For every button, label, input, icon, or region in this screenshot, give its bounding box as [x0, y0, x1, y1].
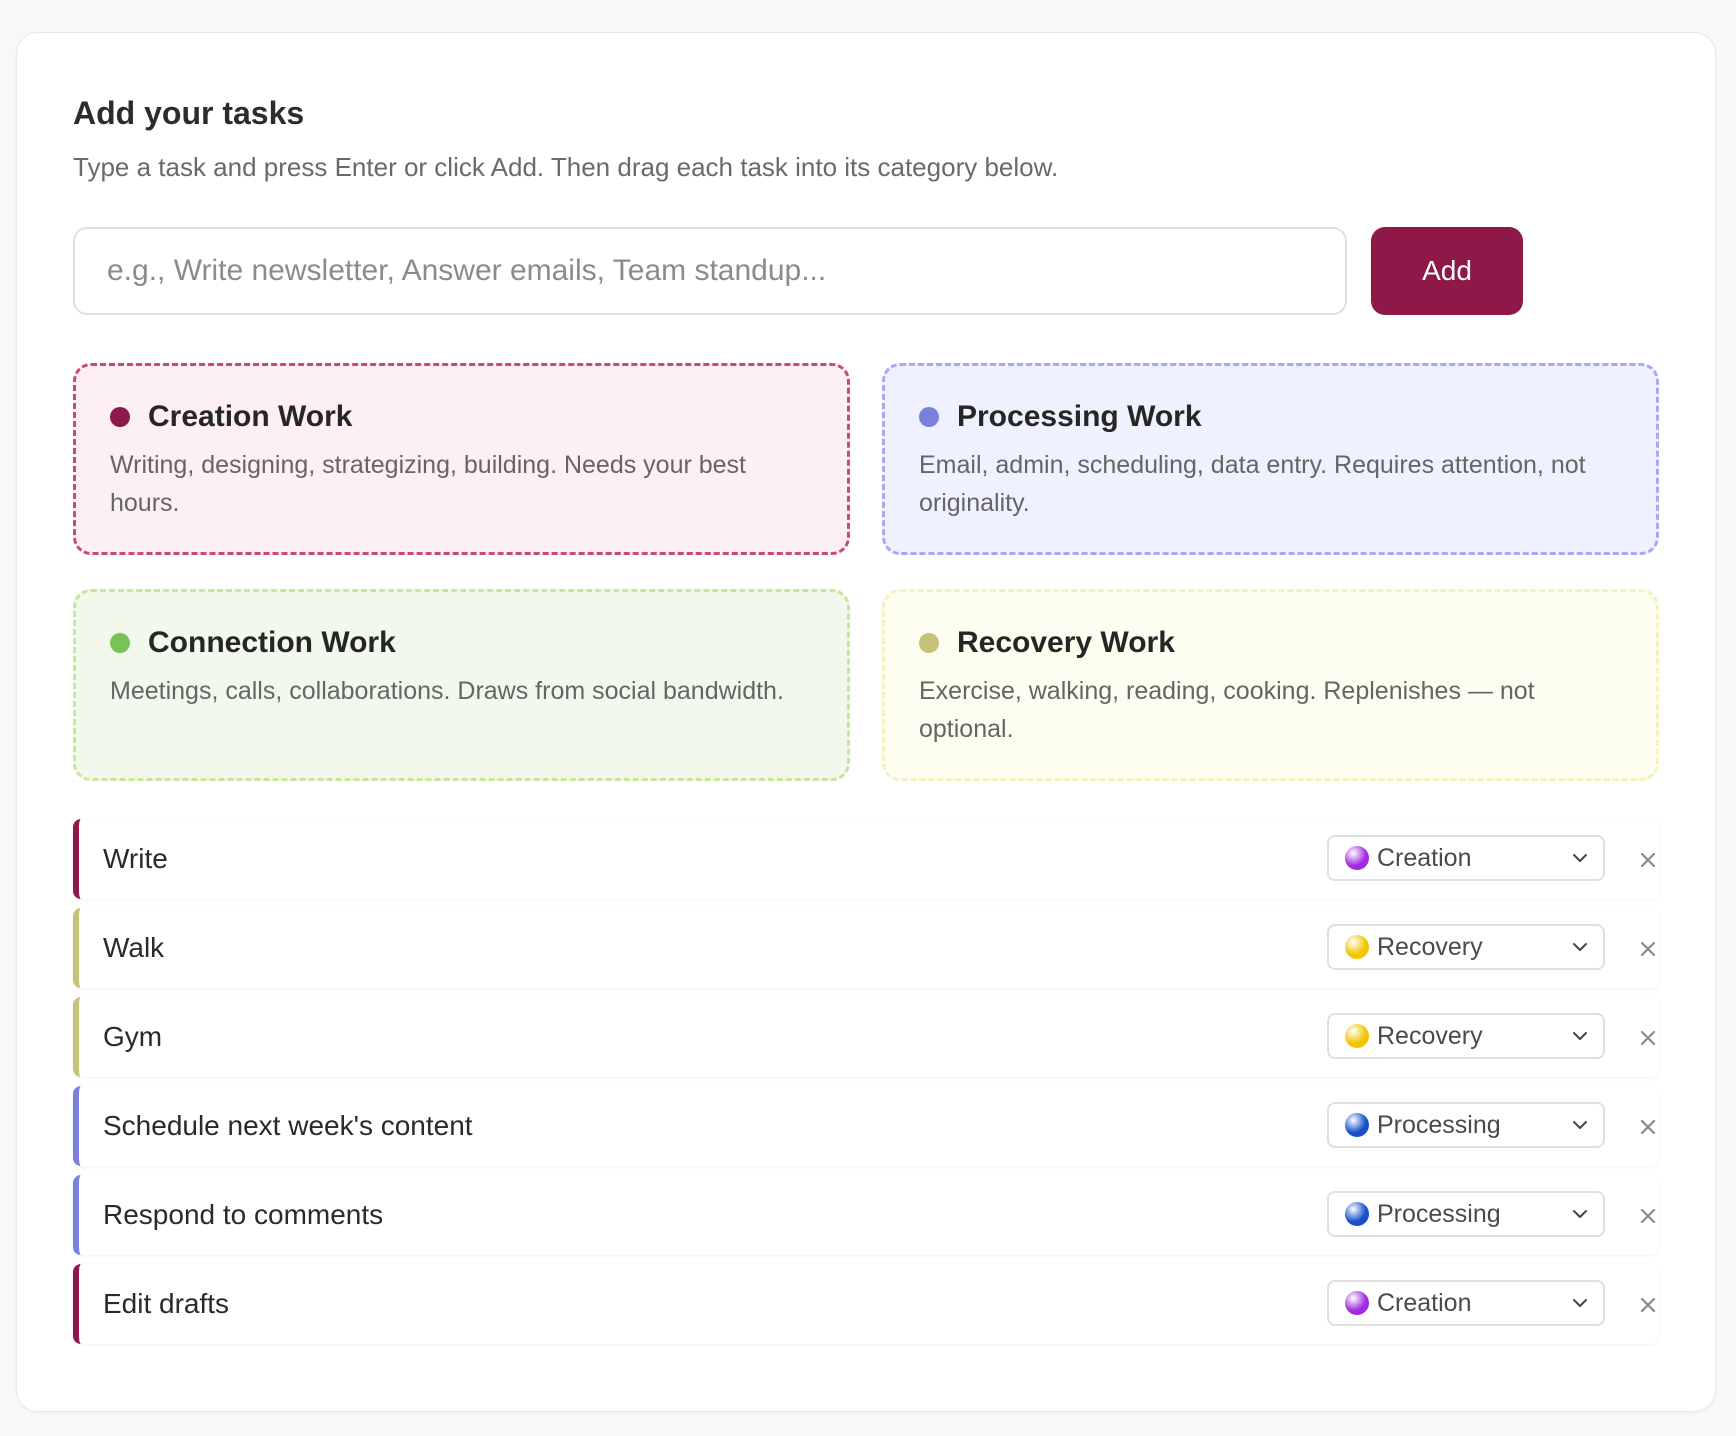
category-emoji-icon	[1345, 1113, 1369, 1137]
category-select[interactable]: Creation	[1327, 1280, 1605, 1326]
chevron-down-icon	[1573, 854, 1587, 862]
category-zone-recovery[interactable]: Recovery Work Exercise, walking, reading…	[882, 589, 1659, 781]
category-title: Processing Work	[957, 400, 1202, 433]
task-name: Gym	[103, 1021, 163, 1052]
remove-task-icon[interactable]	[1633, 1023, 1663, 1053]
category-select-value: Processing	[1377, 1110, 1501, 1139]
category-emoji-icon	[1345, 846, 1369, 870]
task-input[interactable]	[73, 227, 1347, 315]
task-name: Respond to comments	[103, 1199, 384, 1230]
category-zone-connection[interactable]: Connection Work Meetings, calls, collabo…	[73, 589, 850, 781]
category-title: Creation Work	[148, 400, 353, 433]
category-select-value: Processing	[1377, 1199, 1501, 1228]
task-name: Write	[103, 843, 168, 874]
category-description: Meetings, calls, collaborations. Draws f…	[110, 677, 784, 705]
chevron-down-icon	[1573, 1121, 1587, 1129]
remove-task-icon[interactable]	[1633, 845, 1663, 875]
task-row[interactable]: Walk Recovery	[73, 908, 1659, 988]
category-emoji-icon	[1345, 935, 1369, 959]
category-select[interactable]: Processing	[1327, 1102, 1605, 1148]
task-list: Write Creation Walk Recovery Gym Recover…	[73, 819, 1659, 1344]
category-description: Writing, designing, strategizing, buildi…	[110, 451, 746, 517]
category-select[interactable]: Creation	[1327, 835, 1605, 881]
remove-task-icon[interactable]	[1633, 934, 1663, 964]
category-select[interactable]: Recovery	[1327, 1013, 1605, 1059]
page-title: Add your tasks	[73, 95, 305, 131]
task-input-row: Add	[73, 227, 1659, 315]
task-row[interactable]: Respond to comments Processing	[73, 1175, 1659, 1255]
category-title: Connection Work	[148, 626, 396, 659]
page-subtitle: Type a task and press Enter or click Add…	[73, 152, 1059, 182]
remove-task-icon[interactable]	[1633, 1112, 1663, 1142]
creation-dot-icon	[110, 407, 130, 427]
category-select-value: Recovery	[1377, 932, 1483, 961]
task-row[interactable]: Edit drafts Creation	[73, 1264, 1659, 1344]
task-row[interactable]: Write Creation	[73, 819, 1659, 899]
add-button[interactable]: Add	[1371, 227, 1523, 315]
category-select[interactable]: Processing	[1327, 1191, 1605, 1237]
category-select[interactable]: Recovery	[1327, 924, 1605, 970]
category-emoji-icon	[1345, 1024, 1369, 1048]
task-name: Walk	[103, 932, 165, 963]
recovery-dot-icon	[919, 633, 939, 653]
processing-dot-icon	[919, 407, 939, 427]
category-grid: Creation Work Writing, designing, strate…	[73, 363, 1659, 781]
category-emoji-icon	[1345, 1202, 1369, 1226]
task-name: Edit drafts	[103, 1288, 230, 1319]
category-select-value: Creation	[1377, 843, 1472, 872]
task-row[interactable]: Schedule next week's content Processing	[73, 1086, 1659, 1166]
category-emoji-icon	[1345, 1291, 1369, 1315]
chevron-down-icon	[1573, 1032, 1587, 1040]
remove-task-icon[interactable]	[1633, 1201, 1663, 1231]
task-row[interactable]: Gym Recovery	[73, 997, 1659, 1077]
category-zone-processing[interactable]: Processing Work Email, admin, scheduling…	[882, 363, 1659, 555]
category-title: Recovery Work	[957, 626, 1175, 659]
category-select-value: Creation	[1377, 1288, 1472, 1317]
chevron-down-icon	[1573, 1210, 1587, 1218]
category-description: Exercise, walking, reading, cooking. Rep…	[919, 677, 1535, 743]
remove-task-icon[interactable]	[1633, 1290, 1663, 1320]
chevron-down-icon	[1573, 1299, 1587, 1307]
task-name: Schedule next week's content	[103, 1110, 473, 1141]
connection-dot-icon	[110, 633, 130, 653]
chevron-down-icon	[1573, 943, 1587, 951]
task-card: Add your tasks Type a task and press Ent…	[16, 32, 1716, 1412]
category-zone-creation[interactable]: Creation Work Writing, designing, strate…	[73, 363, 850, 555]
category-description: Email, admin, scheduling, data entry. Re…	[919, 451, 1586, 517]
category-select-value: Recovery	[1377, 1021, 1483, 1050]
